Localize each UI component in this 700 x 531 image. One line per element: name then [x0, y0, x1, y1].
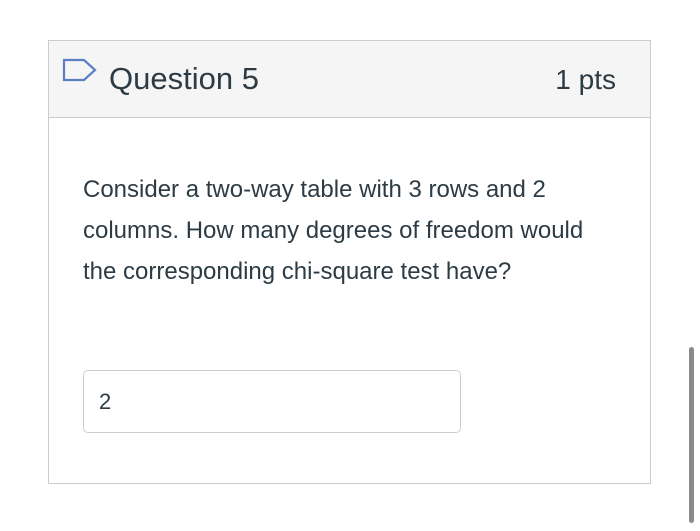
- question-header: Question 5 1 pts: [49, 41, 650, 118]
- question-prompt: Consider a two-way table with 3 rows and…: [83, 176, 584, 285]
- question-points: 1 pts: [555, 64, 616, 95]
- scrollbar-thumb[interactable]: [689, 347, 694, 523]
- flag-outline-icon: [62, 58, 97, 82]
- question-title: Question 5: [109, 61, 259, 96]
- flag-question-icon[interactable]: [62, 58, 98, 86]
- quiz-page: Question 5 1 pts Consider a two-way tabl…: [0, 0, 700, 531]
- question-card: Question 5 1 pts Consider a two-way tabl…: [48, 40, 651, 484]
- answer-input[interactable]: [83, 370, 461, 433]
